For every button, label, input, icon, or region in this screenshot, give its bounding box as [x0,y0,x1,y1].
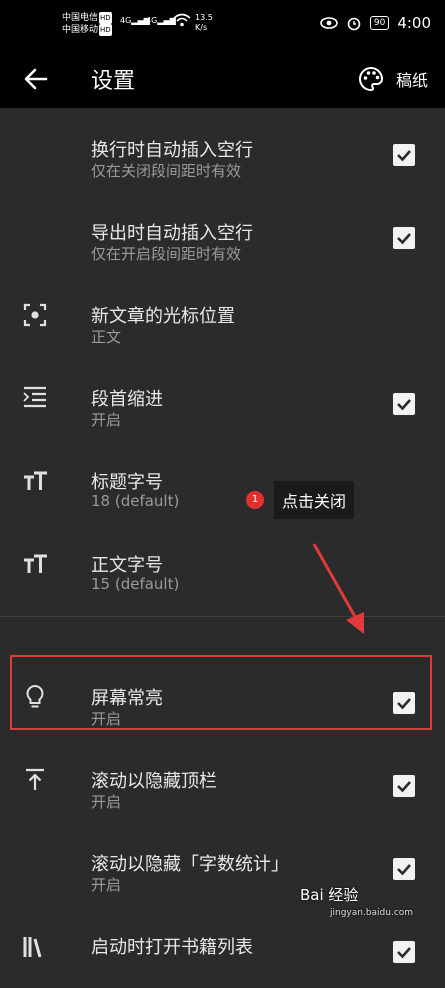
step-badge: 1 [246,491,264,509]
watermark: Bai 经验 jingyan.baidu.com [300,884,413,918]
setting-title: 标题字号 [91,472,163,493]
cursor-focus-icon [23,303,47,327]
setting-title-font-size[interactable]: 标题字号 18 (default) [0,440,445,523]
checkbox-checked[interactable] [393,858,415,880]
carrier-2: 中国移动 [62,25,99,35]
hd-badge: HD [99,12,112,24]
annotation-tip: 1 点击关闭 [246,481,355,519]
checkbox-checked[interactable] [393,144,415,166]
palette-icon[interactable] [358,66,384,92]
hd-badge: HD [99,24,112,36]
setting-subtitle: 开启 [91,411,122,429]
annotation-arrow-icon [312,543,364,634]
setting-insert-blank-on-newline[interactable]: 换行时自动插入空行 仅在关闭段间距时有效 [0,108,445,191]
alarm-icon [347,17,361,31]
setting-paragraph-indent[interactable]: 段首缩进 开启 [0,357,445,440]
back-arrow-icon[interactable] [22,67,50,91]
checkbox-checked[interactable] [393,393,415,415]
setting-title: 新文章的光标位置 [91,306,235,327]
status-bar: 中国电信 HD 中国移动 HD 4G▂▄▆ 4G▂▄▆ 13.5 K/s 90 4:… [0,0,445,50]
app-bar: 设置 稿纸 [0,50,445,108]
setting-subtitle: 正文 [91,328,122,346]
scroll-top-icon [26,768,44,790]
page-title: 设置 [91,69,136,94]
setting-title: 滚动以隐藏「字数统计」 [91,854,289,875]
setting-cursor-position[interactable]: 新文章的光标位置 正文 [0,274,445,357]
battery-icon: 90 [369,16,390,30]
wifi-icon [173,13,191,27]
carrier-info: 中国电信 HD 中国移动 HD [62,12,112,36]
carrier-1: 中国电信 [62,13,99,23]
watermark-brand: Bai 经验 [300,886,359,904]
setting-title: 滚动以隐藏顶栏 [91,771,217,792]
eye-icon [320,17,338,29]
setting-subtitle: 开启 [91,793,122,811]
setting-title: 正文字号 [91,555,163,576]
setting-scroll-hide-topbar[interactable]: 滚动以隐藏顶栏 开启 [0,739,445,822]
draft-paper-button[interactable]: 稿纸 [396,67,428,91]
checkbox-checked[interactable] [393,941,415,963]
checkbox-checked[interactable] [393,227,415,249]
setting-insert-blank-on-export[interactable]: 导出时自动插入空行 仅在开启段间距时有效 [0,191,445,274]
signal-icon: 4G▂▄▆ [146,16,176,25]
setting-subtitle: 仅在关闭段间距时有效 [91,162,242,180]
checkbox-checked[interactable] [393,775,415,797]
clock: 4:00 [397,14,431,32]
books-icon [23,937,42,958]
text-size-icon [24,471,47,490]
setting-title: 换行时自动插入空行 [91,140,253,161]
highlight-box [10,655,432,730]
setting-subtitle: 开启 [91,876,122,894]
setting-title: 导出时自动插入空行 [91,223,253,244]
setting-subtitle: 15 (default) [91,575,180,593]
setting-title: 启动时打开书籍列表 [91,937,253,958]
indent-icon [23,386,46,408]
setting-subtitle: 仅在开启段间距时有效 [91,245,242,263]
text-size-icon [24,554,47,573]
setting-scroll-hide-wordcount[interactable]: 滚动以隐藏「字数统计」 开启 [0,822,445,905]
tip-label: 点击关闭 [274,481,355,519]
network-speed: 13.5 K/s [195,13,213,32]
watermark-url: jingyan.baidu.com [330,908,414,918]
setting-subtitle: 18 (default) [91,492,180,510]
setting-title: 段首缩进 [91,389,163,410]
